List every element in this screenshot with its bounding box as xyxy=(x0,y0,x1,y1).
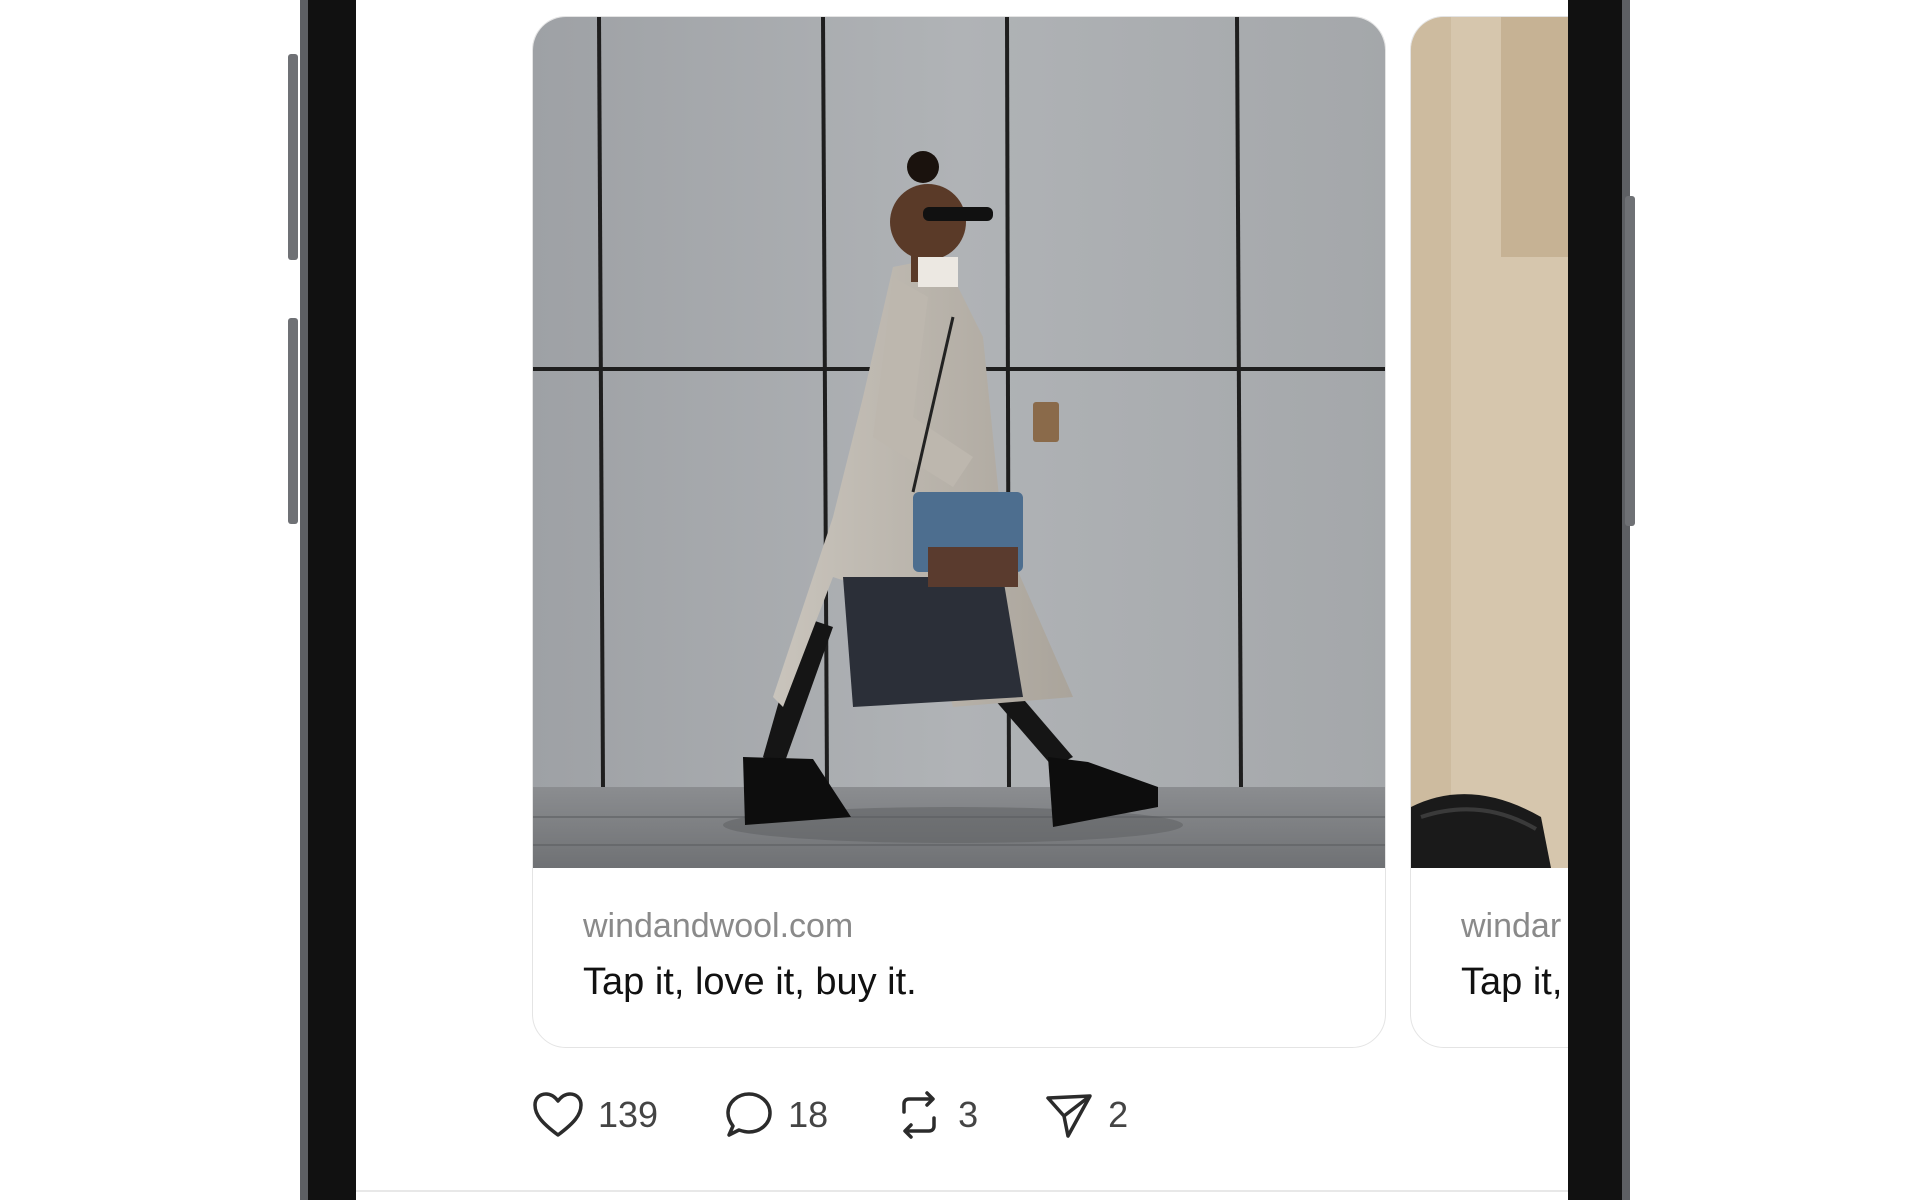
speech-bubble-icon xyxy=(724,1090,774,1140)
comment-button[interactable]: 18 xyxy=(724,1090,828,1140)
divider xyxy=(356,1190,1568,1192)
photo-illustration xyxy=(533,17,1385,868)
link-preview-carousel[interactable]: windandwool.com Tap it, love it, buy it.… xyxy=(356,16,1568,1056)
post-actions-bar: 139 18 3 2 xyxy=(532,1085,1194,1145)
link-domain-next: windar xyxy=(1461,907,1562,945)
comment-count: 18 xyxy=(788,1094,829,1135)
volume-up-button xyxy=(288,54,298,260)
repost-button[interactable]: 3 xyxy=(894,1090,978,1140)
app-screen: windandwool.com Tap it, love it, buy it.… xyxy=(356,0,1568,1200)
link-title-next: Tap it, xyxy=(1461,961,1563,1003)
repost-icon xyxy=(894,1090,944,1140)
like-button[interactable]: 139 xyxy=(532,1091,658,1139)
page: windandwool.com Tap it, love it, buy it.… xyxy=(0,0,1920,1200)
photo-illustration-next xyxy=(1411,17,1568,868)
card-image-woman-walking xyxy=(533,17,1385,868)
like-count: 139 xyxy=(598,1094,659,1135)
volume-down-button xyxy=(288,318,298,524)
card-image-next xyxy=(1411,17,1568,868)
link-preview-card-next[interactable]: windar Tap it, xyxy=(1410,16,1568,1048)
power-button xyxy=(1625,196,1635,526)
link-title: Tap it, love it, buy it. xyxy=(583,961,917,1003)
link-domain: windandwool.com xyxy=(583,907,854,945)
paper-plane-icon xyxy=(1044,1090,1094,1140)
heart-icon xyxy=(532,1091,584,1139)
link-preview-card[interactable]: windandwool.com Tap it, love it, buy it. xyxy=(532,16,1386,1048)
repost-count: 3 xyxy=(958,1094,979,1135)
share-count: 2 xyxy=(1108,1094,1129,1135)
share-button[interactable]: 2 xyxy=(1044,1090,1128,1140)
